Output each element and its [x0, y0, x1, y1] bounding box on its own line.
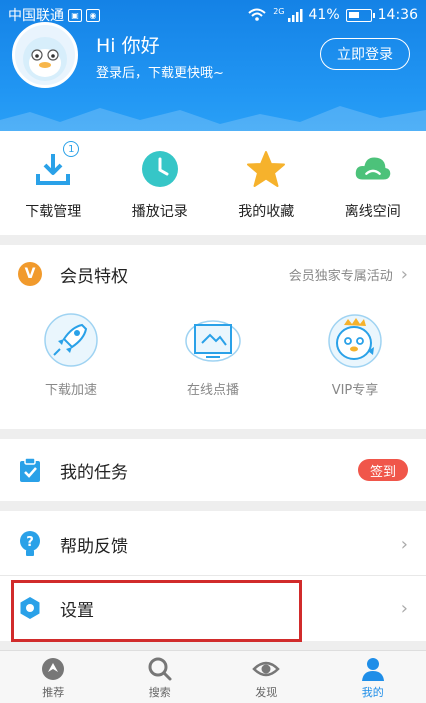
quick-action-label: 离线空间: [344, 204, 401, 220]
vip-item-label: VIP专享: [331, 383, 379, 398]
quick-action-download[interactable]: 1 下载管理: [0, 131, 107, 235]
chevron-right-icon: ›: [400, 533, 408, 555]
penguin-avatar-icon: [23, 37, 67, 81]
quick-actions-bar: 1 下载管理 播放记录 我的收藏 离线空间: [0, 131, 426, 235]
quick-action-label: 下载管理: [25, 204, 82, 220]
vip-item-label: 在线点播: [186, 383, 239, 398]
user-icon: [361, 658, 384, 681]
tasks-title: 我的任务: [60, 462, 128, 483]
vip-header-row[interactable]: V 会员特权 会员独家专属活动 ›: [0, 245, 426, 303]
clock-time: 14:36: [377, 7, 418, 23]
cloud-icon: [355, 157, 391, 180]
divider: [0, 575, 426, 576]
rocket-icon: [44, 313, 98, 367]
recommend-icon: [42, 658, 65, 680]
login-button[interactable]: 立即登录: [320, 38, 410, 70]
battery-icon: [345, 8, 375, 22]
svg-text:?: ?: [26, 535, 34, 550]
sign-in-button[interactable]: 签到: [358, 459, 408, 481]
network-type-label: 2G: [273, 7, 285, 16]
vip-item-label: 下载加速: [44, 383, 97, 398]
login-hint-text: 登录后，下载更快哦~: [96, 66, 224, 81]
tab-label: 推荐: [42, 686, 65, 699]
chevron-right-icon: ›: [400, 263, 408, 285]
clipboard-check-icon: [20, 457, 40, 482]
quick-action-label: 播放记录: [131, 204, 188, 220]
gallery-status-icon: ▣: [68, 8, 82, 22]
quick-action-label: 我的收藏: [238, 204, 295, 220]
help-feedback-title: 帮助反馈: [60, 536, 128, 557]
vip-title: 会员特权: [60, 266, 128, 287]
tab-discover[interactable]: 发现: [213, 651, 320, 703]
vip-activity-link[interactable]: 会员独家专属活动: [289, 265, 393, 284]
vip-privileges-card: V 会员特权 会员独家专属活动 › 下载加速 在线点播 VIP专享: [0, 245, 426, 429]
tab-search[interactable]: 搜索: [107, 651, 214, 703]
clock-icon: [141, 151, 178, 187]
tab-mine[interactable]: 我的: [320, 651, 426, 703]
header-skyline-decoration: [0, 106, 426, 131]
avatar[interactable]: [12, 22, 78, 88]
download-count-badge: 1: [63, 141, 80, 157]
camera-status-icon: ◉: [86, 8, 100, 22]
bottom-tab-bar: 推荐 搜索 发现 我的: [0, 650, 426, 703]
help-feedback-row[interactable]: ? 帮助反馈 ›: [0, 513, 426, 575]
wifi-icon: [248, 8, 266, 21]
status-bar: 中国联通 ▣ ◉ 2G 41% 14:36: [0, 0, 426, 30]
vip-item-exclusive[interactable]: VIP专享: [284, 311, 426, 398]
vip-badge-icon: V: [18, 262, 42, 286]
help-bulb-icon: ?: [20, 531, 40, 556]
tab-label: 搜索: [148, 686, 171, 699]
vip-item-speedup[interactable]: 下载加速: [0, 311, 142, 398]
vip-mascot-icon: [328, 314, 382, 368]
star-icon: [247, 151, 286, 187]
my-tasks-row[interactable]: 我的任务 签到: [0, 439, 426, 501]
quick-action-offline[interactable]: 离线空间: [320, 131, 426, 235]
tab-recommend[interactable]: 推荐: [0, 651, 107, 703]
quick-action-favorites[interactable]: 我的收藏: [213, 131, 320, 235]
eye-icon: [252, 661, 281, 677]
profile-header: 中国联通 ▣ ◉ 2G 41% 14:36 Hi 你好 登录后，下载更快哦~ 立…: [0, 0, 426, 131]
screen-icon: [185, 320, 241, 362]
vip-item-streaming[interactable]: 在线点播: [142, 311, 284, 398]
battery-percent: 41%: [308, 7, 340, 23]
settings-highlight-box: [11, 580, 302, 642]
greeting-text: Hi 你好: [96, 35, 160, 57]
chevron-right-icon: ›: [400, 597, 408, 619]
tab-label: 我的: [361, 686, 384, 699]
signal-icon: [287, 9, 303, 22]
search-icon: [148, 657, 172, 681]
tab-label: 发现: [255, 686, 278, 699]
quick-action-history[interactable]: 播放记录: [107, 131, 214, 235]
